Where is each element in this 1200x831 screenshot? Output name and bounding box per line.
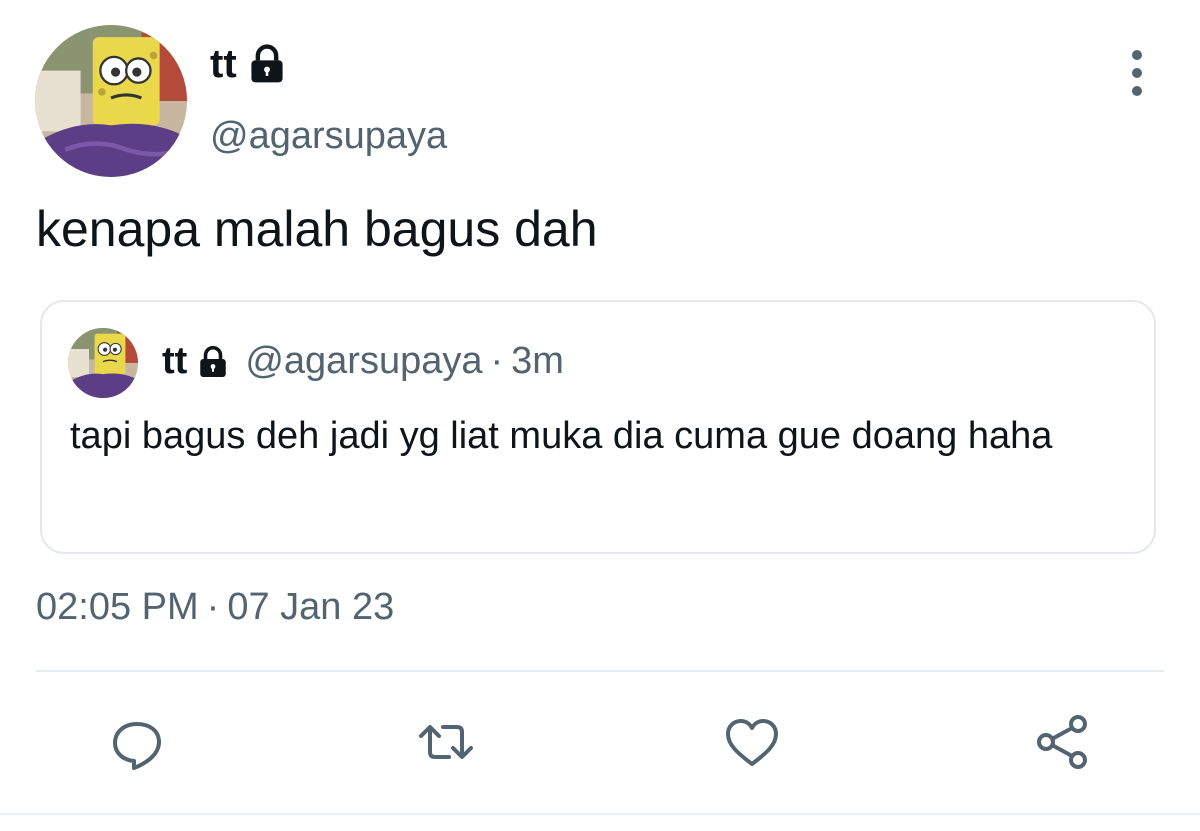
- divider: [0, 813, 1200, 815]
- separator-dot: ·: [490, 340, 504, 382]
- retweet-icon: [419, 725, 473, 759]
- tweet-text: kenapa malah bagus dah: [36, 201, 598, 257]
- author-display-name[interactable]: tt: [210, 44, 237, 84]
- tweet-timestamp[interactable]: 02:05 PM · 07 Jan 23: [36, 586, 394, 629]
- tweet-detail: tt @agarsupaya kenapa malah bagus dah tt…: [0, 0, 1200, 831]
- heart-icon: [726, 719, 778, 766]
- lock-icon: [245, 42, 289, 86]
- spongebob-avatar-image: [35, 25, 187, 177]
- author-handle[interactable]: @agarsupaya: [210, 114, 447, 160]
- more-dot: [1132, 86, 1142, 96]
- quoted-tweet-text: tapi bagus deh jadi yg liat muka dia cum…: [70, 415, 1053, 457]
- more-vertical-icon[interactable]: [1116, 50, 1158, 96]
- tweet-date: 07 Jan 23: [227, 586, 395, 628]
- more-dot: [1132, 50, 1142, 60]
- spongebob-avatar-image: [68, 328, 138, 398]
- share-button[interactable]: [1032, 712, 1092, 772]
- quoted-tweet-card[interactable]: tt @agarsupaya · 3m tapi bagus deh jadi …: [40, 300, 1156, 554]
- author-avatar[interactable]: [35, 25, 187, 177]
- separator-dot: ·: [206, 586, 220, 628]
- quoted-author-display-name: tt: [162, 340, 188, 382]
- more-dot: [1132, 68, 1142, 78]
- reply-icon: [113, 722, 161, 770]
- reply-button[interactable]: [107, 712, 167, 772]
- author-name-row: tt: [210, 42, 289, 86]
- quoted-author-handle: @agarsupaya: [245, 340, 483, 382]
- tweet-time: 02:05 PM: [36, 586, 199, 628]
- like-button[interactable]: [722, 712, 782, 772]
- quoted-tweet-header: tt @agarsupaya · 3m: [162, 340, 564, 383]
- quoted-tweet-age: 3m: [511, 340, 564, 382]
- share-icon: [1037, 715, 1087, 769]
- divider: [36, 670, 1164, 672]
- retweet-button[interactable]: [416, 712, 476, 772]
- quoted-author-avatar: [68, 328, 138, 398]
- lock-icon: [195, 344, 231, 380]
